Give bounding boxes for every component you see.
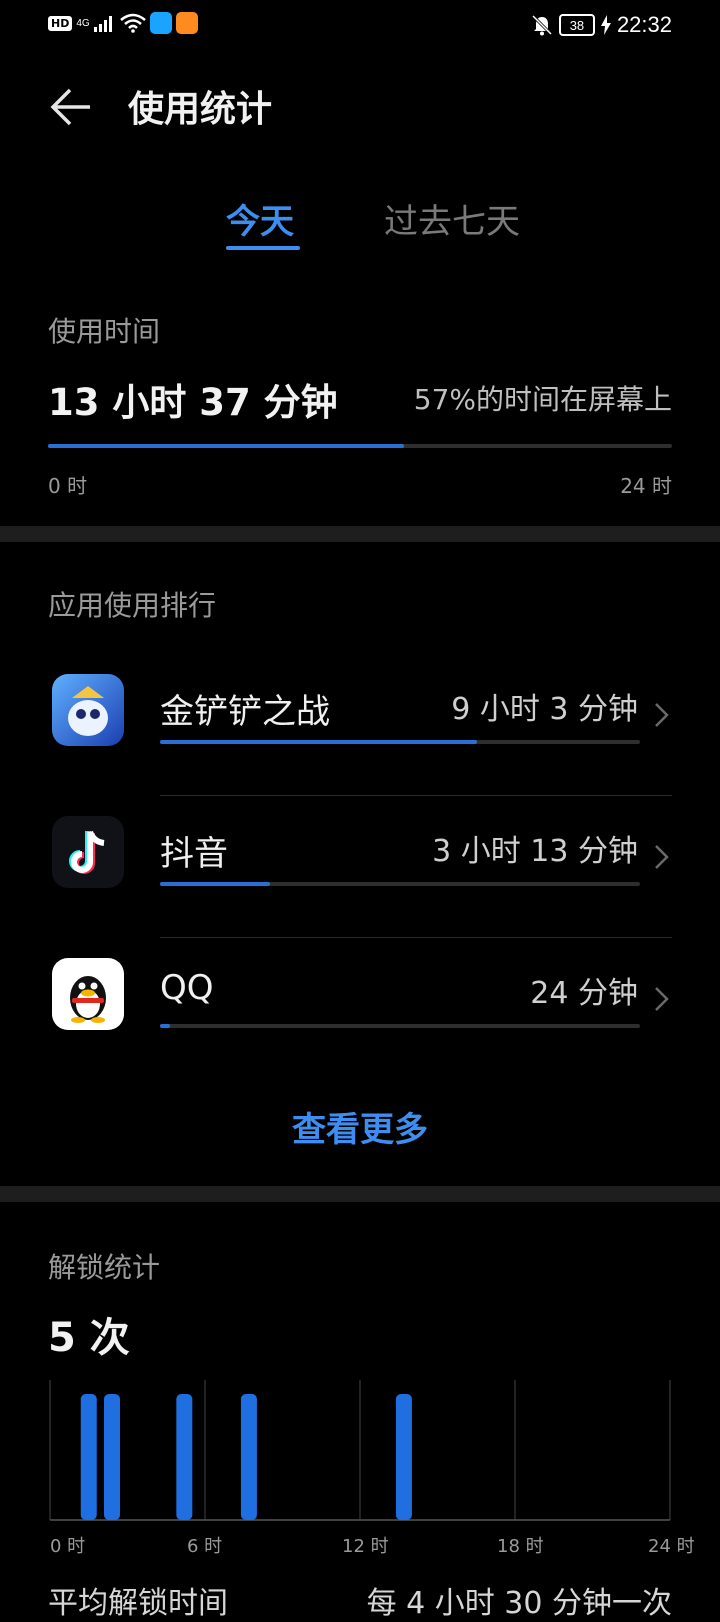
bell-muted-icon: [531, 14, 552, 36]
app-usage-time: 24 分钟: [530, 976, 638, 1011]
ranking-section-label: 应用使用排行: [48, 589, 217, 622]
tab-past-seven-days[interactable]: 过去七天: [384, 194, 520, 243]
app-name: 抖音: [160, 834, 228, 874]
usage-axis-start: 0 时: [48, 474, 88, 498]
status-bar: HD 4G 38 22:32: [0, 0, 720, 48]
app-header: 使用统计: [0, 70, 720, 140]
app-usage-fill: [160, 1024, 170, 1028]
battery-level: 38: [558, 14, 595, 36]
chart-tick-label: 12 时: [342, 1536, 389, 1557]
unlock-bar: [104, 1394, 120, 1520]
unlock-section-label: 解锁统计: [48, 1251, 161, 1284]
network-type: 4G: [76, 17, 90, 29]
app-name: 金铲铲之战: [160, 692, 330, 732]
section-divider: [0, 526, 720, 542]
unlock-bar: [395, 1394, 412, 1520]
notification-app-icon-2: [175, 12, 198, 34]
tiktok-icon: [52, 816, 124, 888]
avg-unlock-value: 每 4 小时 30 分钟一次: [366, 1586, 672, 1621]
app-usage-track: [160, 740, 640, 744]
unlock-count: 5 次: [48, 1315, 130, 1361]
app-usage-track: [160, 1024, 640, 1028]
usage-section-label: 使用时间: [48, 315, 161, 348]
usage-progress-track: [48, 444, 672, 448]
charging-icon: [600, 15, 611, 35]
app-usage-fill: [160, 882, 271, 886]
signal-icon: [93, 16, 112, 32]
screen-ratio-text: 57%的时间在屏幕上: [413, 383, 672, 416]
usage-total: 13 小时 37 分钟: [48, 381, 338, 424]
chevron-right-icon: [655, 987, 669, 1011]
hd-icon: HD: [48, 15, 73, 31]
unlock-bar: [240, 1394, 257, 1520]
tab-today[interactable]: 今天: [226, 194, 294, 243]
active-tab-indicator: [226, 246, 300, 250]
app-usage-time: 3 小时 13 分钟: [432, 834, 638, 869]
qq-penguin-icon: [52, 958, 124, 1030]
back-arrow-icon: [50, 88, 90, 126]
app-usage-time: 9 小时 3 分钟: [451, 692, 638, 727]
status-left: HD 4G: [48, 12, 198, 34]
section-divider: [0, 1186, 720, 1202]
app-usage-fill: [160, 740, 477, 744]
chart-tick-label: 6 时: [187, 1536, 222, 1557]
usage-progress-fill: [48, 444, 404, 448]
app-usage-track: [160, 882, 640, 886]
unlock-chart: 0 时 6 时 12 时 18 时 24 时: [49, 1380, 695, 1557]
app-name: QQ: [160, 968, 214, 1008]
chart-tick-label: 0 时: [50, 1536, 85, 1557]
chart-tick-label: 18 时: [497, 1536, 544, 1557]
wifi-icon: [119, 13, 146, 33]
status-right: 38 22:32: [531, 12, 672, 38]
app-row-douyin[interactable]: 抖音 3 小时 13 分钟: [0, 796, 720, 938]
app-row-jinchanchan[interactable]: 金铲铲之战 9 小时 3 分钟: [0, 654, 720, 796]
chart-tick-label: 24 时: [648, 1536, 695, 1557]
usage-axis-end: 24 时: [620, 474, 672, 498]
unlock-bar: [80, 1394, 97, 1520]
avg-unlock-label: 平均解锁时间: [48, 1586, 228, 1621]
app-row-qq[interactable]: QQ 24 分钟: [0, 938, 720, 1080]
period-tabs: 今天 过去七天: [0, 190, 720, 250]
status-time: 22:32: [616, 12, 672, 37]
notification-app-icon: [149, 12, 172, 34]
game-icon: [52, 674, 124, 746]
view-more-button[interactable]: 查看更多: [0, 1102, 720, 1151]
unlock-bar: [176, 1394, 193, 1520]
page-title: 使用统计: [128, 89, 273, 130]
chevron-right-icon: [655, 703, 669, 727]
back-button[interactable]: [48, 84, 94, 130]
chevron-right-icon: [655, 845, 669, 869]
